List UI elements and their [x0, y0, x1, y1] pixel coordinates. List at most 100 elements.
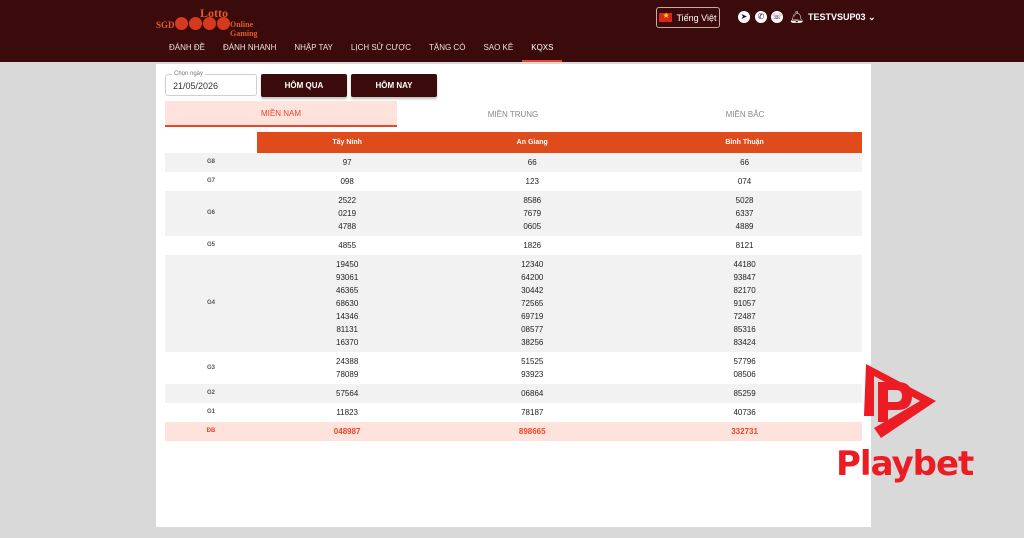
result-cell: 24388 78089: [257, 352, 437, 384]
result-number: 4788: [338, 222, 357, 231]
result-number: 14346: [336, 312, 359, 321]
result-number: 66: [527, 158, 537, 167]
bell-icon[interactable]: 🔔︎: [789, 10, 804, 24]
whatsapp-icon[interactable]: ☏: [771, 11, 783, 23]
nav-item-0[interactable]: ĐÁNH ĐỀ: [160, 40, 214, 62]
date-picker-value: 21/05/2026: [173, 81, 219, 91]
nav-item-6[interactable]: KQXS: [522, 40, 563, 62]
result-number: 24388: [336, 357, 359, 366]
language-label: Tiếng Việt: [676, 12, 717, 23]
result-number: 78089: [336, 370, 359, 379]
result-number: 8586: [523, 196, 542, 205]
nav-item-1[interactable]: ĐÁNH NHANH: [214, 40, 285, 62]
result-cell: 06864: [437, 384, 628, 403]
result-number: 6337: [735, 209, 754, 218]
playbet-wordmark: Playbet: [836, 444, 974, 484]
result-row: G3 24388 78089 51525 93923 57796 08506: [165, 352, 862, 384]
result-row: G5 4855 1826 8121: [165, 236, 862, 255]
result-number: 08577: [521, 325, 544, 334]
result-cell: 40736: [627, 403, 862, 422]
yesterday-button[interactable]: HÔM QUA: [261, 74, 347, 97]
result-number: 0605: [523, 222, 542, 231]
result-cell: 78187: [437, 403, 627, 422]
result-number: 098: [340, 177, 354, 186]
result-number: 898665: [518, 427, 546, 436]
result-cell: 97: [257, 153, 438, 172]
result-number: 69719: [521, 312, 544, 321]
result-number: 93847: [733, 273, 756, 282]
result-number: 72565: [521, 299, 544, 308]
result-number: 8121: [735, 241, 754, 250]
result-number: 30442: [521, 286, 544, 295]
prize-label: G3: [206, 364, 215, 371]
prize-label: G4: [165, 255, 257, 352]
playbet-logo-icon: [864, 364, 936, 438]
result-cell: 19450 93061 46365 68630 14346 81131 16370: [257, 255, 438, 352]
results-card: Chọn ngày 21/05/2026 HÔM QUA HÔM NAY MIỀ…: [156, 64, 871, 527]
result-number: 4889: [735, 222, 754, 231]
prize-label: G1: [206, 409, 215, 415]
user-menu[interactable]: TESTVSUP03 ⌄: [808, 12, 876, 23]
result-number: 81131: [336, 325, 358, 334]
result-number: 12340: [521, 260, 544, 269]
result-number: 51525: [521, 357, 544, 366]
result-number: 5028: [735, 196, 754, 205]
result-cell: 11823: [257, 403, 437, 422]
result-number: 93061: [336, 273, 359, 282]
logo-prefix: SGD: [156, 20, 175, 30]
result-cell: 898665: [437, 422, 628, 441]
result-number: 1826: [523, 241, 542, 250]
telegram-icon[interactable]: ➤: [738, 11, 750, 23]
region-tab-2[interactable]: MIỀN BẮC: [629, 101, 861, 127]
result-number: 64200: [521, 273, 544, 282]
result-number: 85259: [733, 389, 756, 398]
result-cell: 4855: [257, 236, 437, 255]
viber-icon[interactable]: ✆: [755, 11, 767, 23]
result-row: G4 19450 93061 46365 68630 14346 81131 16370 123…: [165, 255, 862, 352]
logo-balls-icon: [175, 17, 230, 30]
result-cell: 8121: [627, 236, 862, 255]
result-number: 2522: [338, 196, 357, 205]
lotto-logo[interactable]: Lotto SGD Online Gaming: [156, 6, 266, 38]
date-picker[interactable]: Chọn ngày 21/05/2026: [165, 71, 257, 96]
region-tabs: MIỀN NAM MIỀN TRUNG MIỀN BẮC: [165, 101, 862, 127]
result-number: 38256: [521, 338, 544, 347]
result-number: 72487: [733, 312, 756, 321]
result-cell: 66: [627, 153, 862, 172]
result-cell: 332731: [627, 422, 862, 441]
results-table: Tây Ninh An Giang Bình Thuận G8 97 66 66 G7 098…: [165, 132, 862, 441]
result-number: 93923: [521, 370, 544, 379]
result-number: 85316: [733, 325, 756, 334]
result-cell: 57564: [257, 384, 438, 403]
result-row: ĐB 048987 898665 332731: [165, 422, 862, 441]
result-cell: 12340 64200 30442 72565 69719 08577 38256: [437, 255, 628, 352]
prize-label: G5: [206, 242, 215, 248]
province-header: An Giang: [437, 132, 628, 153]
prize-label: G8: [165, 153, 257, 172]
result-row: G1 11823 78187 40736: [165, 403, 862, 422]
table-header-row: Tây Ninh An Giang Bình Thuận: [165, 132, 862, 153]
prize-header: [165, 132, 257, 153]
today-button[interactable]: HÔM NAY: [351, 74, 437, 97]
top-header: Lotto SGD Online Gaming Tiếng Việt ➤ ✆ ☏…: [0, 0, 1024, 62]
result-row: G8 97 66 66: [165, 153, 862, 172]
result-cell: 048987: [257, 422, 438, 441]
prize-label: G2: [165, 384, 257, 403]
result-cell: 123: [437, 172, 627, 191]
region-tab-1[interactable]: MIỀN TRUNG: [397, 101, 629, 127]
result-cell: 098: [257, 172, 437, 191]
result-number: 19450: [336, 260, 359, 269]
result-cell: 5028 6337 4889: [627, 191, 862, 236]
region-tab-0[interactable]: MIỀN NAM: [165, 101, 397, 127]
result-number: 074: [737, 177, 752, 186]
result-cell: 2522 0219 4788: [257, 191, 438, 236]
nav-item-4[interactable]: TẶNG CÓ: [420, 40, 474, 62]
result-number: 97: [342, 158, 352, 167]
language-selector[interactable]: Tiếng Việt: [656, 7, 720, 28]
result-number: 57796: [733, 357, 756, 366]
nav-item-3[interactable]: LỊCH SỬ CƯỢC: [342, 40, 420, 62]
result-number: 68630: [336, 299, 359, 308]
nav-item-5[interactable]: SAO KÊ: [474, 40, 522, 62]
result-cell: 57796 08506: [627, 352, 862, 384]
nav-item-2[interactable]: NHẬP TAY: [285, 40, 342, 62]
